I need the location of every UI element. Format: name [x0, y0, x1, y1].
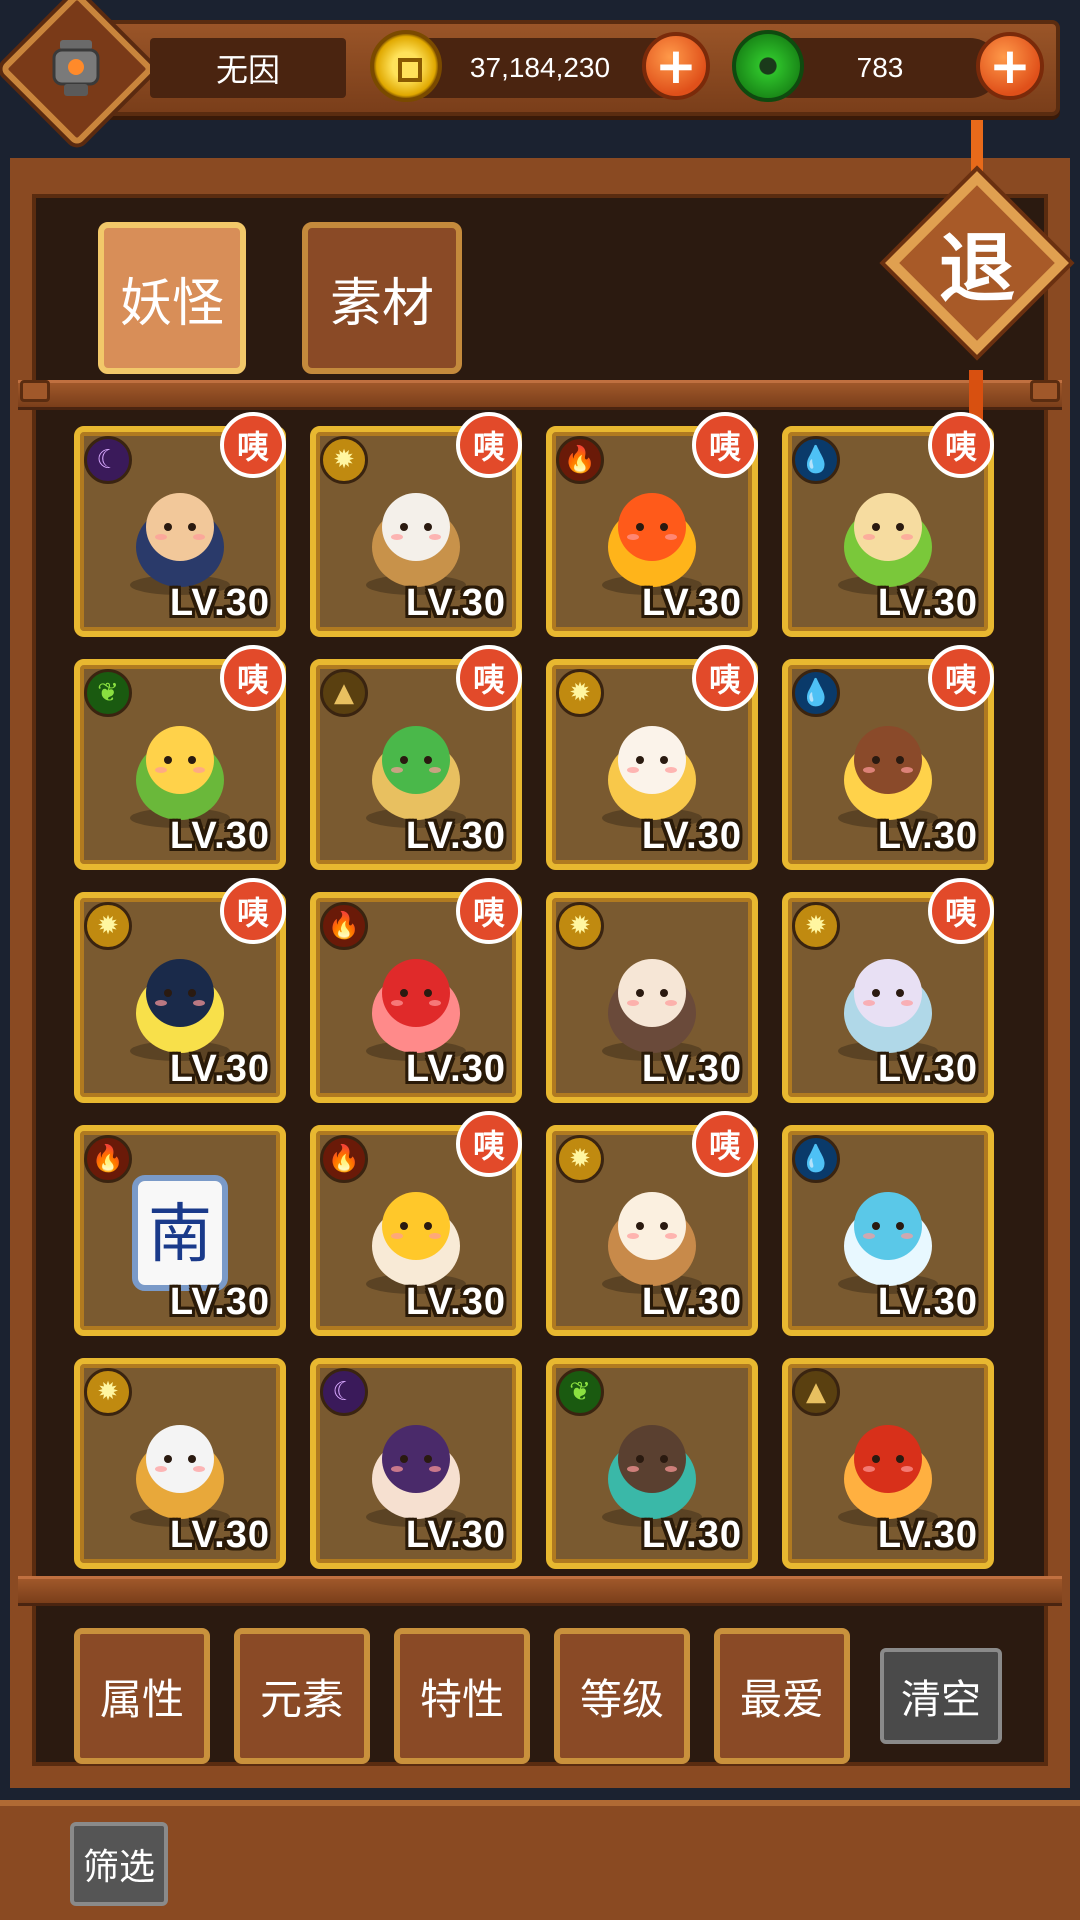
level-label: LV.30: [405, 1048, 506, 1090]
monster-card[interactable]: ✹ 咦 LV.30: [74, 878, 286, 1103]
sun-element-icon: ✹: [792, 902, 840, 950]
monster-card[interactable]: 🔥 咦 LV.30: [310, 1111, 522, 1336]
sun-element-icon: ✹: [84, 902, 132, 950]
level-label: LV.30: [877, 582, 978, 624]
new-badge: 咦: [692, 1111, 758, 1177]
water-element-icon: 💧: [792, 1135, 840, 1183]
monster-grid: ☾ 咦 LV.30 ✹ 咦 LV.30 🔥 咦 LV.30 💧 咦 LV.30 ❦ 咦 LV.30: [74, 412, 1004, 1569]
jade-icon: [732, 30, 804, 102]
monster-card[interactable]: 💧 咦 LV.30: [782, 412, 994, 637]
bolt: [20, 380, 50, 402]
water-element-icon: 💧: [792, 669, 840, 717]
moon-element-icon: ☾: [320, 1368, 368, 1416]
monster-card[interactable]: ✹ 咦 LV.30: [546, 1111, 758, 1336]
exit-sign[interactable]: 退: [874, 120, 1074, 440]
monster-card[interactable]: ✹ LV.30: [74, 1358, 286, 1569]
filter-level-button[interactable]: 等级: [554, 1628, 690, 1764]
level-label: LV.30: [877, 1514, 978, 1556]
filter-trait-button[interactable]: 特性: [394, 1628, 530, 1764]
add-gold-button[interactable]: +: [642, 32, 710, 100]
new-badge: 咦: [928, 878, 994, 944]
level-label: LV.30: [169, 1048, 270, 1090]
shelf-divider-bottom: [18, 1576, 1062, 1606]
gold-coin-icon: [370, 30, 442, 102]
new-badge: 咦: [692, 645, 758, 711]
water-element-icon: 💧: [792, 436, 840, 484]
monster-card[interactable]: ▲ LV.30: [782, 1358, 994, 1569]
level-label: LV.30: [169, 582, 270, 624]
monster-card[interactable]: ❦ 咦 LV.30: [74, 645, 286, 870]
avatar[interactable]: [38, 32, 114, 108]
filter-element-button[interactable]: 元素: [234, 1628, 370, 1764]
new-badge: 咦: [456, 412, 522, 478]
level-label: LV.30: [169, 815, 270, 857]
level-label: LV.30: [877, 1048, 978, 1090]
tab-monsters[interactable]: 妖怪: [98, 222, 246, 374]
sun-element-icon: ✹: [84, 1368, 132, 1416]
monster-card[interactable]: ▲ 咦 LV.30: [310, 645, 522, 870]
level-label: LV.30: [641, 815, 742, 857]
fire-element-icon: 🔥: [84, 1135, 132, 1183]
new-badge: 咦: [456, 645, 522, 711]
monster-card[interactable]: ☾ LV.30: [310, 1358, 522, 1569]
filter-bar: 属性 元素 特性 等级 最爱: [74, 1628, 1014, 1766]
level-label: LV.30: [877, 1281, 978, 1323]
monster-card[interactable]: ❦ LV.30: [546, 1358, 758, 1569]
new-badge: 咦: [692, 412, 758, 478]
level-label: LV.30: [405, 1514, 506, 1556]
sun-element-icon: ✹: [556, 1135, 604, 1183]
earth-element-icon: ▲: [792, 1368, 840, 1416]
filter-favorite-button[interactable]: 最爱: [714, 1628, 850, 1764]
new-badge: 咦: [220, 878, 286, 944]
add-jade-button[interactable]: +: [976, 32, 1044, 100]
fire-element-icon: 🔥: [320, 902, 368, 950]
level-label: LV.30: [405, 815, 506, 857]
monster-card[interactable]: 🔥 咦 LV.30: [310, 878, 522, 1103]
fire-element-icon: 🔥: [320, 1135, 368, 1183]
mahjong-character: 南: [148, 1198, 212, 1272]
monster-card[interactable]: ✹ LV.30: [546, 892, 758, 1103]
lantern-avatar-icon: [52, 40, 100, 96]
level-label: LV.30: [877, 815, 978, 857]
level-label: LV.30: [641, 1514, 742, 1556]
leaf-element-icon: ❦: [556, 1368, 604, 1416]
monster-card[interactable]: ☾ 咦 LV.30: [74, 412, 286, 637]
sun-element-icon: ✹: [556, 669, 604, 717]
moon-element-icon: ☾: [84, 436, 132, 484]
level-label: LV.30: [405, 1281, 506, 1323]
level-label: LV.30: [169, 1281, 270, 1323]
leaf-element-icon: ❦: [84, 669, 132, 717]
monster-card[interactable]: 🔥 咦 LV.30: [546, 412, 758, 637]
new-badge: 咦: [928, 645, 994, 711]
exit-label: 退: [939, 224, 1015, 313]
screen-button[interactable]: 筛选: [70, 1822, 168, 1906]
fire-element-icon: 🔥: [556, 436, 604, 484]
new-badge: 咦: [220, 412, 286, 478]
new-badge: 咦: [220, 645, 286, 711]
new-badge: 咦: [456, 1111, 522, 1177]
level-label: LV.30: [405, 582, 506, 624]
new-badge: 咦: [456, 878, 522, 944]
monster-card[interactable]: ✹ 咦 LV.30: [310, 412, 522, 637]
new-badge: 咦: [928, 412, 994, 478]
sun-element-icon: ✹: [556, 902, 604, 950]
monster-card[interactable]: 💧 咦 LV.30: [782, 645, 994, 870]
monster-card[interactable]: 南 🔥 LV.30: [74, 1125, 286, 1336]
player-name: 无因: [150, 38, 346, 98]
monster-card[interactable]: 💧 LV.30: [782, 1125, 994, 1336]
earth-element-icon: ▲: [320, 669, 368, 717]
sun-element-icon: ✹: [320, 436, 368, 484]
level-label: LV.30: [641, 1048, 742, 1090]
monster-card[interactable]: ✹ 咦 LV.30: [546, 645, 758, 870]
filter-attribute-button[interactable]: 属性: [74, 1628, 210, 1764]
level-label: LV.30: [641, 1281, 742, 1323]
monster-card[interactable]: ✹ 咦 LV.30: [782, 878, 994, 1103]
tab-materials[interactable]: 素材: [302, 222, 462, 374]
clear-filter-button[interactable]: 清空: [880, 1648, 1002, 1744]
level-label: LV.30: [169, 1514, 270, 1556]
level-label: LV.30: [641, 582, 742, 624]
